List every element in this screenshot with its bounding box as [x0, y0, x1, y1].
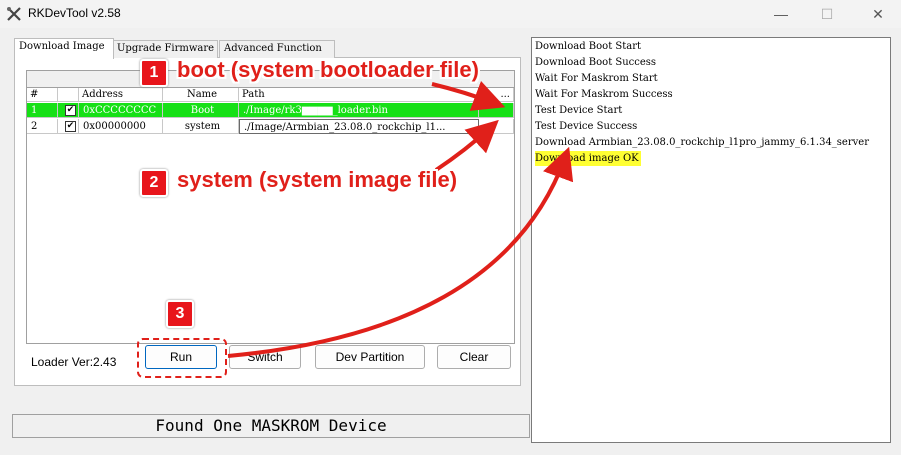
annotation-label-2: system (system image file): [177, 167, 458, 192]
annotation-badge-2: 2: [140, 169, 168, 197]
annotation-label-1: boot (system bootloader file): [177, 57, 479, 82]
run-button-highlight: [137, 338, 227, 378]
annotation-badge-3: 3: [166, 300, 194, 328]
annotation-badge-1: 1: [140, 59, 168, 87]
